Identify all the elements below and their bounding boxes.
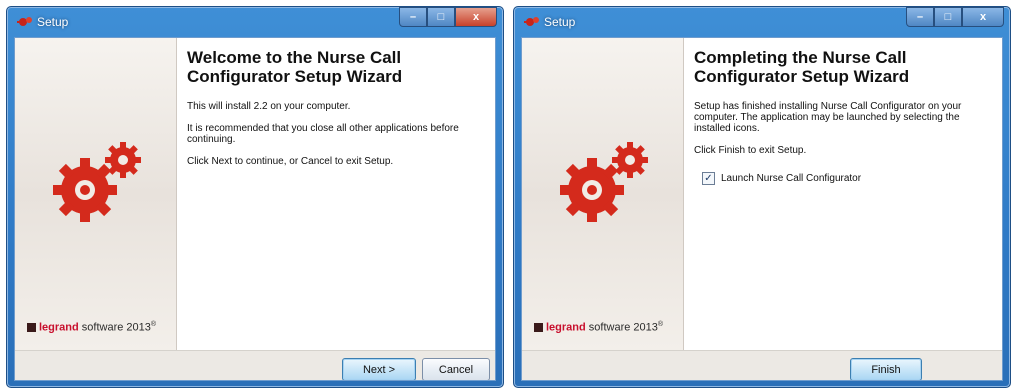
wizard-banner: legrand software 2013® bbox=[522, 38, 684, 350]
page-title: Completing the Nurse Call Configurator S… bbox=[694, 48, 910, 86]
launch-option[interactable]: ✓ Launch Nurse Call Configurator bbox=[694, 172, 994, 185]
button-bar: Next > Cancel bbox=[15, 350, 495, 380]
wizard-content: Completing the Nurse Call Configurator S… bbox=[694, 48, 994, 185]
gears-icon bbox=[560, 142, 648, 222]
maximize-button[interactable]: □ bbox=[934, 7, 962, 27]
cancel-button[interactable]: Cancel bbox=[422, 358, 490, 380]
title-bar[interactable]: Setup – □ x bbox=[7, 7, 503, 37]
brand-name: legrand bbox=[39, 321, 79, 334]
brand-name: legrand bbox=[546, 321, 586, 334]
close-apps-text: It is recommended that you close all oth… bbox=[187, 123, 459, 145]
brand-suffix: software 2013 bbox=[588, 321, 658, 334]
setup-window-complete: Setup – □ x legrand software 2013® Compl… bbox=[513, 6, 1011, 388]
minimize-button[interactable]: – bbox=[906, 7, 934, 27]
install-version-text: This will install 2.2 on your computer. bbox=[187, 101, 351, 112]
brand-suffix: software 2013 bbox=[81, 321, 151, 334]
close-button[interactable]: x bbox=[455, 7, 497, 27]
launch-checkbox-label[interactable]: Launch Nurse Call Configurator bbox=[721, 173, 861, 184]
legrand-logo: legrand software 2013® bbox=[27, 321, 156, 334]
next-instructions-text: Click Next to continue, or Cancel to exi… bbox=[187, 156, 394, 167]
finished-installing-text: Setup has finished installing Nurse Call… bbox=[694, 101, 962, 134]
wizard-content: Welcome to the Nurse Call Configurator S… bbox=[187, 48, 487, 178]
button-bar: Finish bbox=[522, 350, 1002, 380]
legrand-mark-icon bbox=[534, 322, 543, 332]
wizard-banner: legrand software 2013® bbox=[15, 38, 177, 350]
title-bar[interactable]: Setup – □ x bbox=[514, 7, 1010, 37]
gears-icon bbox=[53, 142, 141, 222]
registered-mark: ® bbox=[657, 321, 664, 328]
page-title: Welcome to the Nurse Call Configurator S… bbox=[187, 48, 403, 86]
finish-button[interactable]: Finish bbox=[850, 358, 922, 380]
minimize-button[interactable]: – bbox=[399, 7, 427, 27]
wizard-page: legrand software 2013® Welcome to the Nu… bbox=[14, 37, 496, 381]
finish-instructions-text: Click Finish to exit Setup. bbox=[694, 145, 807, 156]
wizard-page: legrand software 2013® Completing the Nu… bbox=[521, 37, 1003, 381]
setup-window-welcome: Setup – □ x legrand software 2013® Welco… bbox=[6, 6, 504, 388]
setup-app-icon bbox=[524, 17, 539, 26]
maximize-button[interactable]: □ bbox=[427, 7, 455, 27]
legrand-mark-icon bbox=[27, 322, 36, 332]
next-button[interactable]: Next > bbox=[342, 358, 416, 380]
launch-checkbox[interactable]: ✓ bbox=[702, 172, 715, 185]
setup-app-icon bbox=[17, 17, 32, 26]
registered-mark: ® bbox=[150, 321, 157, 328]
legrand-logo: legrand software 2013® bbox=[534, 321, 663, 334]
window-title: Setup bbox=[544, 15, 576, 29]
close-button[interactable]: x bbox=[962, 7, 1004, 27]
window-title: Setup bbox=[37, 15, 69, 29]
